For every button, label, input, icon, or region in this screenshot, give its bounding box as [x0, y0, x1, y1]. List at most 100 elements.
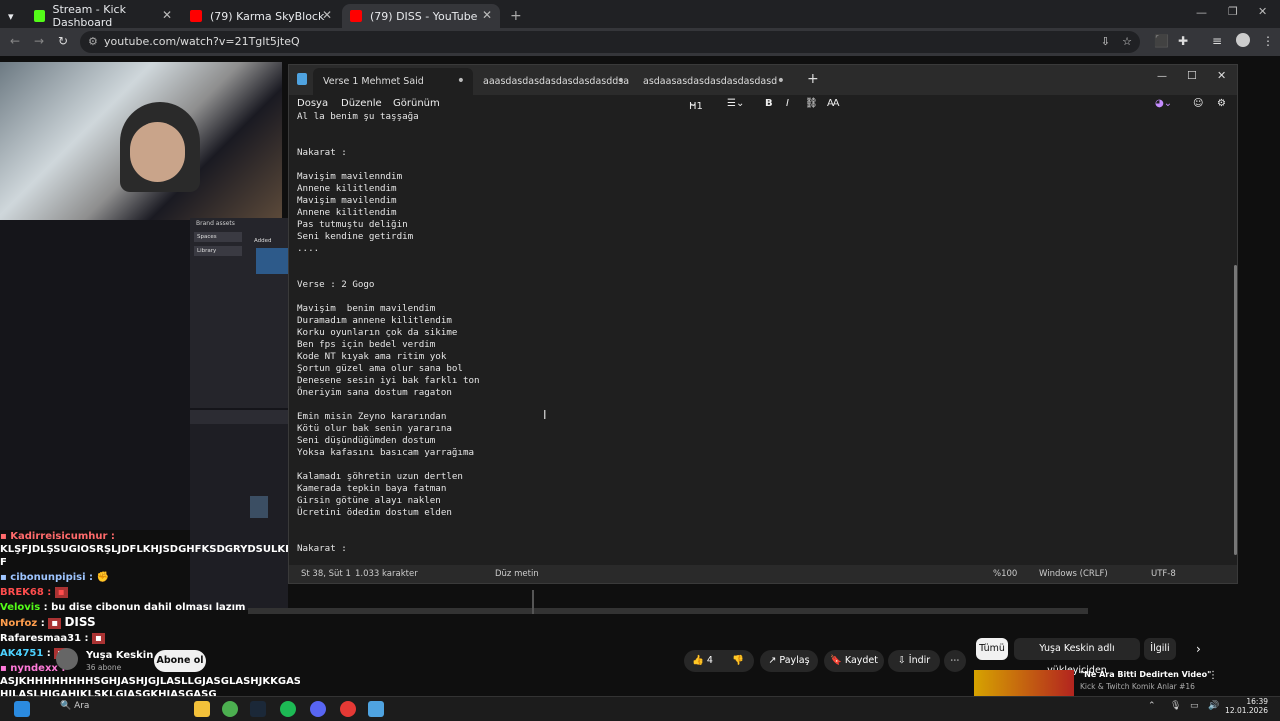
- chevron-right-icon[interactable]: ›: [1196, 642, 1201, 656]
- encoding[interactable]: UTF-8: [1151, 569, 1176, 579]
- cursor-position: St 38, Süt 1: [301, 569, 351, 579]
- close-icon[interactable]: ✕: [322, 8, 332, 22]
- list-icon[interactable]: ☰⌄: [727, 98, 744, 109]
- maximize-icon[interactable]: ❐: [1228, 5, 1238, 18]
- notepad-tab-3[interactable]: asdaasasdasdasdasdasdasd •: [633, 68, 793, 95]
- new-tab-button[interactable]: +: [502, 4, 522, 28]
- video-progress-bar[interactable]: [248, 590, 1088, 614]
- account-icon[interactable]: ☺: [1193, 98, 1203, 109]
- download-label: İndir: [908, 655, 931, 666]
- settings-gear-icon[interactable]: ⚙: [1217, 98, 1226, 109]
- bookmark-star-icon[interactable]: ☆: [1122, 31, 1132, 53]
- unsaved-dot-icon[interactable]: •: [617, 68, 625, 95]
- dislike-icon[interactable]: 👎: [732, 650, 744, 672]
- spotify-icon[interactable]: [280, 701, 296, 717]
- like-dislike-group: 👍 4 👎: [684, 650, 754, 672]
- minimize-icon[interactable]: —: [1196, 6, 1207, 19]
- browser-tab-karma[interactable]: (79) Karma SkyBlock Açıldı Fecii ✕: [182, 4, 340, 28]
- maximize-icon[interactable]: ☐: [1187, 69, 1197, 82]
- tab-search-button[interactable]: ▾: [0, 4, 24, 28]
- channel-avatar[interactable]: [56, 648, 78, 670]
- file-explorer-icon[interactable]: [194, 701, 210, 717]
- discord-icon[interactable]: [310, 701, 326, 717]
- network-icon[interactable]: ▭: [1190, 701, 1199, 711]
- minimize-icon[interactable]: —: [1157, 71, 1167, 82]
- notepad-tab-2[interactable]: aaasdasdasdasdasdasdasddsa •: [473, 68, 633, 95]
- youtube-icon: [190, 10, 202, 22]
- close-icon[interactable]: ✕: [482, 8, 492, 22]
- browser-tab-diss[interactable]: (79) DISS - YouTube ✕: [342, 4, 500, 28]
- more-actions-icon[interactable]: ⋯: [944, 650, 966, 672]
- menu-edit[interactable]: Düzenle: [341, 98, 382, 109]
- heading-dropdown[interactable]: H1 ⌄: [689, 98, 703, 112]
- video-meta-row: Yuşa Keskin 36 abone Abone ol 👍 4 👎 ↗ Pa…: [0, 638, 1280, 696]
- clock-time: 16:39: [1246, 697, 1268, 706]
- close-icon[interactable]: ✕: [162, 8, 172, 22]
- new-tab-icon[interactable]: +: [807, 71, 819, 87]
- notepad-icon: [297, 73, 307, 85]
- browser-tab-kick[interactable]: Stream - Kick Dashboard ✕: [26, 3, 180, 29]
- site-info-icon[interactable]: ⚙: [88, 31, 98, 53]
- tray-chevron-icon[interactable]: ⌃: [1148, 701, 1156, 711]
- clock-date: 12.01.2026: [1225, 706, 1268, 715]
- back-icon[interactable]: ←: [10, 34, 20, 48]
- scrollbar-thumb[interactable]: [1234, 265, 1237, 555]
- unsaved-dot-icon[interactable]: •: [777, 68, 785, 95]
- related-video-title[interactable]: "Ne Ara Bitti Dedirten Video": [1080, 670, 1211, 679]
- menu-icon[interactable]: ⋮: [1262, 34, 1274, 48]
- copilot-icon[interactable]: ◕⌄: [1155, 98, 1172, 109]
- download-button[interactable]: ⇩ İndir: [888, 650, 940, 672]
- chip-related[interactable]: İlgili: [1144, 638, 1176, 660]
- italic-icon[interactable]: I: [786, 98, 789, 109]
- spaces-dropdown[interactable]: Spaces: [194, 232, 242, 242]
- steam-icon[interactable]: [250, 701, 266, 717]
- text-mode[interactable]: Düz metin: [495, 569, 539, 579]
- notepad-tab-verse1[interactable]: Verse 1 Mehmet Said •: [313, 68, 473, 95]
- obs-icon[interactable]: [340, 701, 356, 717]
- unsaved-dot-icon[interactable]: •: [457, 68, 465, 95]
- cover-thumbnail[interactable]: [250, 496, 268, 518]
- close-icon[interactable]: ✕: [1217, 69, 1226, 82]
- library-dropdown[interactable]: Library: [194, 246, 242, 256]
- subscribe-button[interactable]: Abone ol: [154, 650, 206, 672]
- save-button[interactable]: 🔖 Kaydet: [824, 650, 884, 672]
- url-input[interactable]: ⚙ youtube.com/watch?v=21TgIt5jteQ ⇩ ☆: [80, 31, 1140, 53]
- bold-icon[interactable]: B: [765, 98, 773, 109]
- volume-icon[interactable]: 🔊: [1208, 701, 1219, 711]
- reload-icon[interactable]: ↻: [58, 34, 68, 48]
- install-icon[interactable]: ⇩: [1101, 31, 1110, 53]
- more-options-icon[interactable]: ⋮: [1208, 670, 1218, 681]
- forward-icon[interactable]: →: [34, 34, 44, 48]
- notepad-app-icon[interactable]: [368, 701, 384, 717]
- clock[interactable]: 16:39 12.01.2026: [1224, 697, 1268, 715]
- notepad-status-bar: St 38, Süt 1 1.033 karakter Düz metin %1…: [289, 565, 1237, 583]
- media-icon[interactable]: ≡: [1212, 34, 1222, 48]
- clear-format-icon[interactable]: Ꜳ: [827, 98, 840, 109]
- puzzle-icon[interactable]: ✚: [1178, 34, 1188, 48]
- chip-uploader[interactable]: Yuşa Keskin adlı yükleyiciden: [1014, 638, 1140, 676]
- notepad-text-area[interactable]: Al la benim şu taşşağa Nakarat : Mavişim…: [297, 111, 1197, 561]
- chrome-icon[interactable]: [222, 701, 238, 717]
- windows-start-icon[interactable]: [14, 701, 30, 717]
- menu-view[interactable]: Görünüm: [393, 98, 440, 109]
- extension-icon[interactable]: ⬛: [1154, 34, 1169, 48]
- share-button[interactable]: ↗ Paylaş: [760, 650, 818, 672]
- line-ending[interactable]: Windows (CRLF): [1039, 569, 1108, 579]
- channel-name[interactable]: Yuşa Keskin: [86, 650, 153, 661]
- like-button[interactable]: 👍 4: [692, 650, 713, 672]
- save-label: Kaydet: [844, 655, 878, 666]
- close-window-icon[interactable]: ✕: [1258, 5, 1267, 18]
- browser-tab-bar: ▾ Stream - Kick Dashboard ✕ (79) Karma S…: [0, 0, 1280, 29]
- zoom-level[interactable]: %100: [993, 569, 1017, 579]
- mic-icon[interactable]: 🎙: [1170, 701, 1181, 711]
- playhead[interactable]: [532, 590, 534, 614]
- search-box[interactable]: 🔍 Ara: [60, 701, 89, 711]
- related-video-thumbnail[interactable]: [974, 670, 1074, 696]
- chip-all[interactable]: Tümü: [976, 638, 1008, 660]
- chat-user: BREK68: [0, 587, 44, 598]
- profile-avatar[interactable]: [1236, 33, 1250, 47]
- media-thumbnail[interactable]: [256, 248, 288, 274]
- menu-file[interactable]: Dosya: [297, 98, 328, 109]
- kick-icon: [34, 10, 45, 22]
- link-icon[interactable]: ⛓: [805, 98, 818, 109]
